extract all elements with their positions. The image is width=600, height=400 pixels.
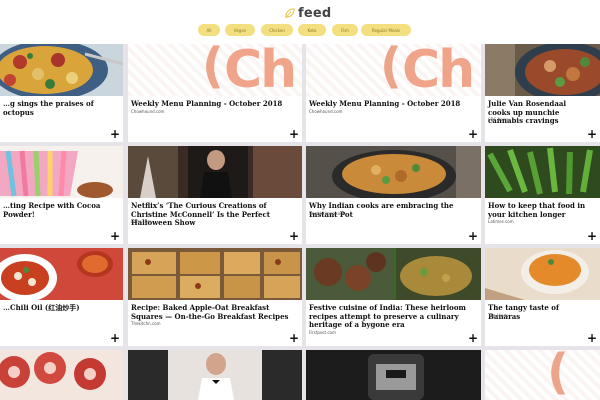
card-title[interactable]: …ting Recipe with Cocoa Powder! [3, 201, 113, 219]
plus-icon[interactable]: + [468, 230, 478, 242]
card-source: Latimes.com [488, 219, 514, 224]
logo-text: feed [298, 5, 332, 21]
card-title[interactable]: Recipe: Baked Apple-Oat Breakfast Square… [131, 303, 292, 321]
plus-icon[interactable]: + [289, 128, 299, 140]
card-source: Chowhound.com [131, 109, 165, 114]
article-card[interactable]: …Chili Oil (红油炒手) + [0, 248, 123, 346]
article-card[interactable]: How to keep that food in your kitchen lo… [485, 146, 600, 244]
card-title[interactable]: Weekly Menu Planning - October 2018 [309, 99, 471, 109]
card-image [128, 248, 302, 300]
top-bar: feed All Vegan Chicken Keto Fish Regular… [0, 0, 600, 44]
article-card[interactable] [0, 350, 123, 400]
card-image [128, 350, 302, 400]
article-card[interactable]: ( Ch Weekly Menu Planning - October 2018… [128, 44, 302, 142]
plus-icon[interactable]: + [587, 230, 597, 242]
card-image: ( [485, 350, 600, 400]
card-image: ( Ch [128, 44, 302, 96]
card-title[interactable]: Weekly Menu Planning - October 2018 [131, 99, 292, 109]
article-card[interactable]: …ting Recipe with Cocoa Powder! + [0, 146, 123, 244]
filter-chip-regular-meals[interactable]: Regular Meals [361, 24, 411, 36]
plus-icon[interactable]: + [110, 332, 120, 344]
card-image: ( Ch [306, 44, 481, 96]
card-source: Firstpost.com [309, 330, 336, 335]
filter-chip-vegan[interactable]: Vegan [225, 24, 255, 36]
card-image [0, 350, 123, 400]
filter-chip-keto[interactable]: Keto [298, 24, 326, 36]
plus-icon[interactable]: + [289, 230, 299, 242]
article-card[interactable]: Why Indian cooks are embracing the Insta… [306, 146, 481, 244]
card-source: The Hindu [488, 313, 509, 318]
article-card[interactable]: ( [485, 350, 600, 400]
card-source: Seattletimes.com [309, 211, 345, 216]
filter-chip-fish[interactable]: Fish [332, 24, 358, 36]
card-image [485, 146, 600, 198]
filter-bar: All Vegan Chicken Keto Fish Regular Meal… [0, 24, 600, 38]
card-image [485, 44, 600, 96]
card-title[interactable]: …Chili Oil (红油炒手) [3, 303, 113, 313]
article-card[interactable]: Festive cuisine of India: These heirloom… [306, 248, 481, 346]
article-card[interactable]: …g sings the praises of octopus + [0, 44, 123, 142]
article-card[interactable]: Netflix’s ‘The Curious Creations of Chri… [128, 146, 302, 244]
article-card[interactable]: Julie Van Rosendaal cooks up munchie can… [485, 44, 600, 142]
card-title[interactable]: Festive cuisine of India: These heirloom… [309, 303, 471, 330]
card-image [0, 248, 123, 300]
card-source: CBC News [488, 117, 509, 122]
card-image [0, 44, 123, 96]
plus-icon[interactable]: + [468, 332, 478, 344]
plus-icon[interactable]: + [468, 128, 478, 140]
card-title[interactable]: …g sings the praises of octopus [3, 99, 113, 117]
filter-chip-all[interactable]: All [198, 24, 220, 36]
card-source: Chowhound.com [309, 109, 343, 114]
plus-icon[interactable]: + [110, 128, 120, 140]
card-image [128, 146, 302, 198]
card-image [485, 248, 600, 300]
card-source: Eater.com [131, 219, 152, 224]
plus-icon[interactable]: + [587, 128, 597, 140]
app-logo[interactable]: feed [284, 4, 331, 22]
card-title[interactable]: Netflix’s ‘The Curious Creations of Chri… [131, 201, 292, 228]
article-card[interactable]: The tangy taste of Banaras The Hindu + [485, 248, 600, 346]
card-source: Thekitchn.com [131, 321, 161, 326]
article-card[interactable]: Recipe: Baked Apple-Oat Breakfast Square… [128, 248, 302, 346]
filter-chip-chicken[interactable]: Chicken [261, 24, 293, 36]
plus-icon[interactable]: + [289, 332, 299, 344]
card-image [0, 146, 123, 198]
card-image [306, 146, 481, 198]
article-card[interactable] [128, 350, 302, 400]
card-image [306, 350, 481, 400]
leaf-icon [284, 4, 295, 23]
card-title[interactable]: How to keep that food in your kitchen lo… [488, 201, 590, 219]
plus-icon[interactable]: + [110, 230, 120, 242]
article-card[interactable] [306, 350, 481, 400]
card-image [306, 248, 481, 300]
plus-icon[interactable]: + [587, 332, 597, 344]
article-card[interactable]: ( Ch Weekly Menu Planning - October 2018… [306, 44, 481, 142]
